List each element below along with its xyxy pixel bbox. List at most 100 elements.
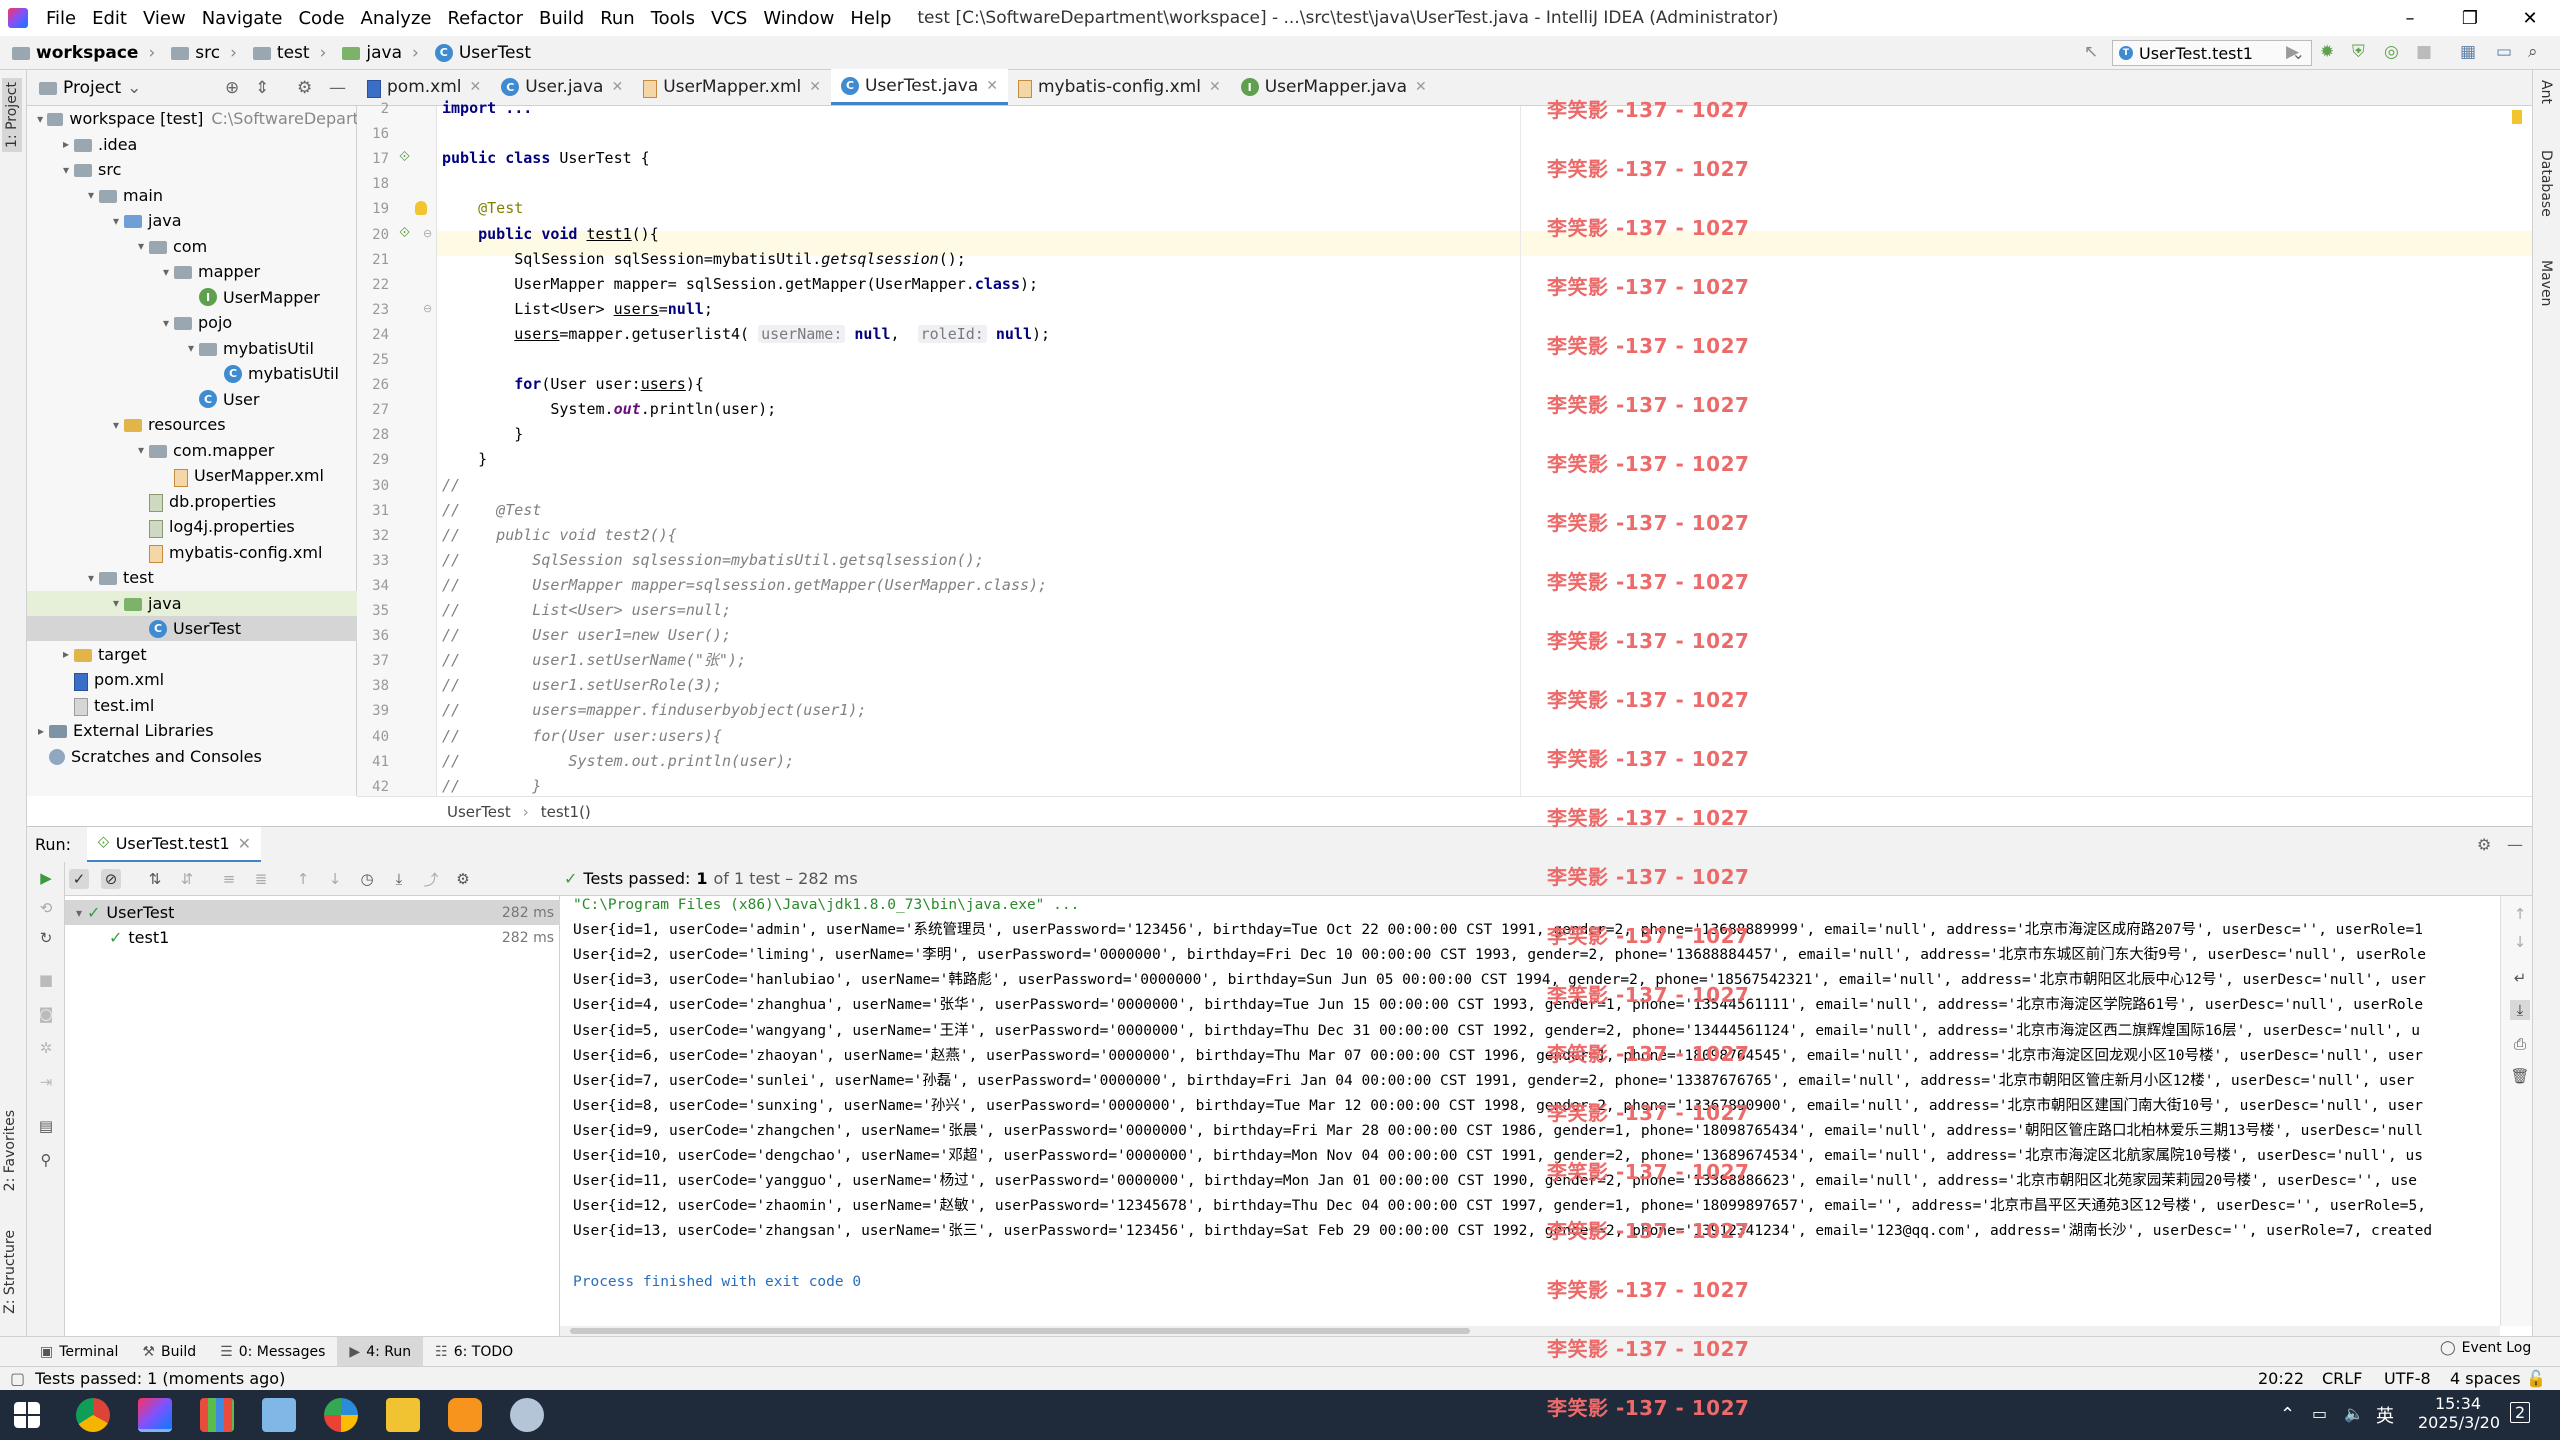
- bottom-tab[interactable]: ▣ Terminal: [28, 1344, 130, 1360]
- menu-vcs[interactable]: VCS: [705, 8, 753, 29]
- indent-setting[interactable]: 4 spaces: [2450, 1369, 2521, 1388]
- chevron-down-icon[interactable]: ▾: [58, 163, 74, 177]
- tree-item[interactable]: ▾ test: [27, 565, 357, 590]
- chevron-down-icon[interactable]: ▾: [71, 906, 87, 920]
- chevron-right-icon[interactable]: ▸: [58, 137, 74, 151]
- menu-refactor[interactable]: Refactor: [441, 8, 529, 29]
- gear-icon[interactable]: ⚙: [453, 869, 473, 889]
- tree-item[interactable]: ▾ workspace [test] C:\SoftwareDepartm: [27, 106, 357, 131]
- clock[interactable]: 15:34 2025/3/20: [2418, 1394, 2500, 1432]
- tree-item[interactable]: ▾ mybatisUtil: [27, 336, 357, 361]
- hide-panel-icon[interactable]: —: [329, 78, 346, 98]
- collapse-all-icon[interactable]: ≣: [251, 869, 271, 889]
- close-tab-icon[interactable]: ✕: [470, 79, 482, 95]
- chevron-down-icon[interactable]: ⌄: [127, 78, 141, 98]
- lightbulb-icon[interactable]: [415, 201, 427, 216]
- chevron-down-icon[interactable]: ▾: [133, 239, 149, 253]
- tree-item[interactable]: C User: [27, 387, 357, 412]
- menu-run[interactable]: Run: [594, 8, 641, 29]
- misc-app-icon[interactable]: [510, 1398, 544, 1432]
- editor-tab[interactable]: C UserTest.java ✕: [830, 69, 1008, 105]
- locate-icon[interactable]: ⊕: [225, 78, 239, 98]
- file-encoding[interactable]: UTF-8: [2384, 1369, 2431, 1388]
- sort-alpha-icon[interactable]: ⇅: [145, 869, 165, 889]
- run-gutter-icon[interactable]: ⟐: [399, 225, 410, 241]
- close-tab-icon[interactable]: ✕: [809, 79, 821, 95]
- bottom-tab[interactable]: ☷ 6: TODO: [423, 1344, 525, 1360]
- chevron-down-icon[interactable]: ▾: [133, 443, 149, 457]
- close-button[interactable]: ✕: [2500, 0, 2560, 36]
- chevron-right-icon[interactable]: ▸: [33, 724, 49, 738]
- nav-crumb[interactable]: src ›: [163, 43, 245, 63]
- tool-tab-structure[interactable]: Z: Structure: [2, 1230, 18, 1314]
- tree-item[interactable]: UserMapper.xml: [27, 463, 357, 488]
- scrollbar-thumb[interactable]: [570, 1328, 1470, 1334]
- import-tests-icon[interactable]: ⤓: [389, 869, 409, 889]
- search-icon[interactable]: ⌕: [2528, 42, 2538, 62]
- print-icon[interactable]: ⎙: [2510, 1034, 2530, 1054]
- run-icon[interactable]: ▶: [2286, 42, 2299, 62]
- menu-file[interactable]: File: [40, 8, 82, 29]
- minimize-button[interactable]: –: [2380, 0, 2440, 36]
- up-arrow-icon[interactable]: ↑: [2510, 904, 2530, 924]
- tool-tab-favorites[interactable]: 2: Favorites: [2, 1110, 18, 1191]
- tree-item[interactable]: ▾ mapper: [27, 259, 357, 284]
- scroll-to-end-icon[interactable]: ⤓: [2510, 1000, 2530, 1020]
- toggle-auto-test-icon[interactable]: ↻: [36, 928, 56, 948]
- app-grid-icon[interactable]: [200, 1398, 234, 1432]
- status-message[interactable]: Tests passed: 1 (moments ago): [35, 1369, 285, 1388]
- notification-badge[interactable]: 2: [2510, 1402, 2531, 1423]
- tree-item[interactable]: ▾ main: [27, 183, 357, 208]
- tree-item[interactable]: ▸ .idea: [27, 132, 357, 157]
- chrome-icon[interactable]: [76, 1398, 110, 1432]
- network-icon[interactable]: ▭: [2312, 1404, 2327, 1423]
- fold-icon[interactable]: ⊖: [423, 302, 432, 315]
- chevron-down-icon[interactable]: ▾: [158, 316, 174, 330]
- editor-tab[interactable]: UserMapper.xml ✕: [633, 69, 831, 105]
- show-passed-icon[interactable]: ✓: [69, 869, 89, 889]
- profile-icon[interactable]: ◎: [2384, 42, 2399, 62]
- tree-item[interactable]: mybatis-config.xml: [27, 540, 357, 565]
- run-gutter-icon[interactable]: ⟐: [399, 149, 410, 165]
- chevron-down-icon[interactable]: ▾: [183, 341, 199, 355]
- close-tab-icon[interactable]: ✕: [1415, 79, 1427, 95]
- tool-tab-project[interactable]: 1: Project: [2, 78, 22, 152]
- tool-tab-maven[interactable]: Maven: [2538, 260, 2554, 306]
- file-explorer-icon[interactable]: [386, 1398, 420, 1432]
- project-structure-icon[interactable]: ▦: [2460, 42, 2476, 62]
- nav-crumb[interactable]: C UserTest: [427, 43, 539, 63]
- tree-item[interactable]: Scratches and Consoles: [27, 744, 357, 769]
- hide-panel-icon[interactable]: —: [2507, 835, 2523, 854]
- tree-item[interactable]: C UserTest: [27, 616, 357, 641]
- tree-item[interactable]: ▾ resources: [27, 412, 357, 437]
- tree-item[interactable]: db.properties: [27, 489, 357, 514]
- gear-icon[interactable]: ⚙: [2477, 835, 2491, 854]
- close-tab-icon[interactable]: ✕: [611, 79, 623, 95]
- warning-marker-icon[interactable]: [2512, 110, 2522, 124]
- chevron-down-icon[interactable]: ▾: [83, 188, 99, 202]
- expand-all-icon[interactable]: ≡: [219, 869, 239, 889]
- chevron-down-icon[interactable]: ▾: [108, 596, 124, 610]
- project-panel-title[interactable]: Project: [63, 78, 121, 98]
- tree-item[interactable]: ▸ target: [27, 642, 357, 667]
- camera-icon[interactable]: ◙: [36, 1004, 56, 1024]
- run-tab[interactable]: ⟐ UserTest.test1 ✕: [87, 826, 262, 863]
- test-tree-item[interactable]: ✓ test1 282 ms: [65, 925, 560, 950]
- soft-wrap-icon[interactable]: ↵: [2510, 968, 2530, 988]
- chevron-right-icon[interactable]: ▸: [58, 647, 74, 661]
- stop-icon[interactable]: ■: [2416, 42, 2432, 62]
- fold-icon[interactable]: ⊖: [423, 227, 432, 240]
- browser-icon[interactable]: [324, 1398, 358, 1432]
- chevron-down-icon[interactable]: ▾: [108, 418, 124, 432]
- tree-item[interactable]: ▾ java: [27, 590, 357, 616]
- run-config-select[interactable]: T UserTest.test1 ⌄: [2112, 40, 2312, 66]
- menu-build[interactable]: Build: [533, 8, 590, 29]
- nav-crumb[interactable]: java ›: [334, 43, 426, 63]
- event-log-tab[interactable]: ◯ Event Log: [2440, 1340, 2531, 1356]
- windows-start-icon[interactable]: [14, 1402, 40, 1428]
- tree-item[interactable]: ▾ com: [27, 234, 357, 259]
- gear-icon[interactable]: ⚙: [297, 78, 312, 98]
- pin-icon[interactable]: ⚲: [36, 1150, 56, 1170]
- collapse-all-icon[interactable]: ⇕: [255, 78, 269, 98]
- close-tab-icon[interactable]: ✕: [986, 78, 998, 94]
